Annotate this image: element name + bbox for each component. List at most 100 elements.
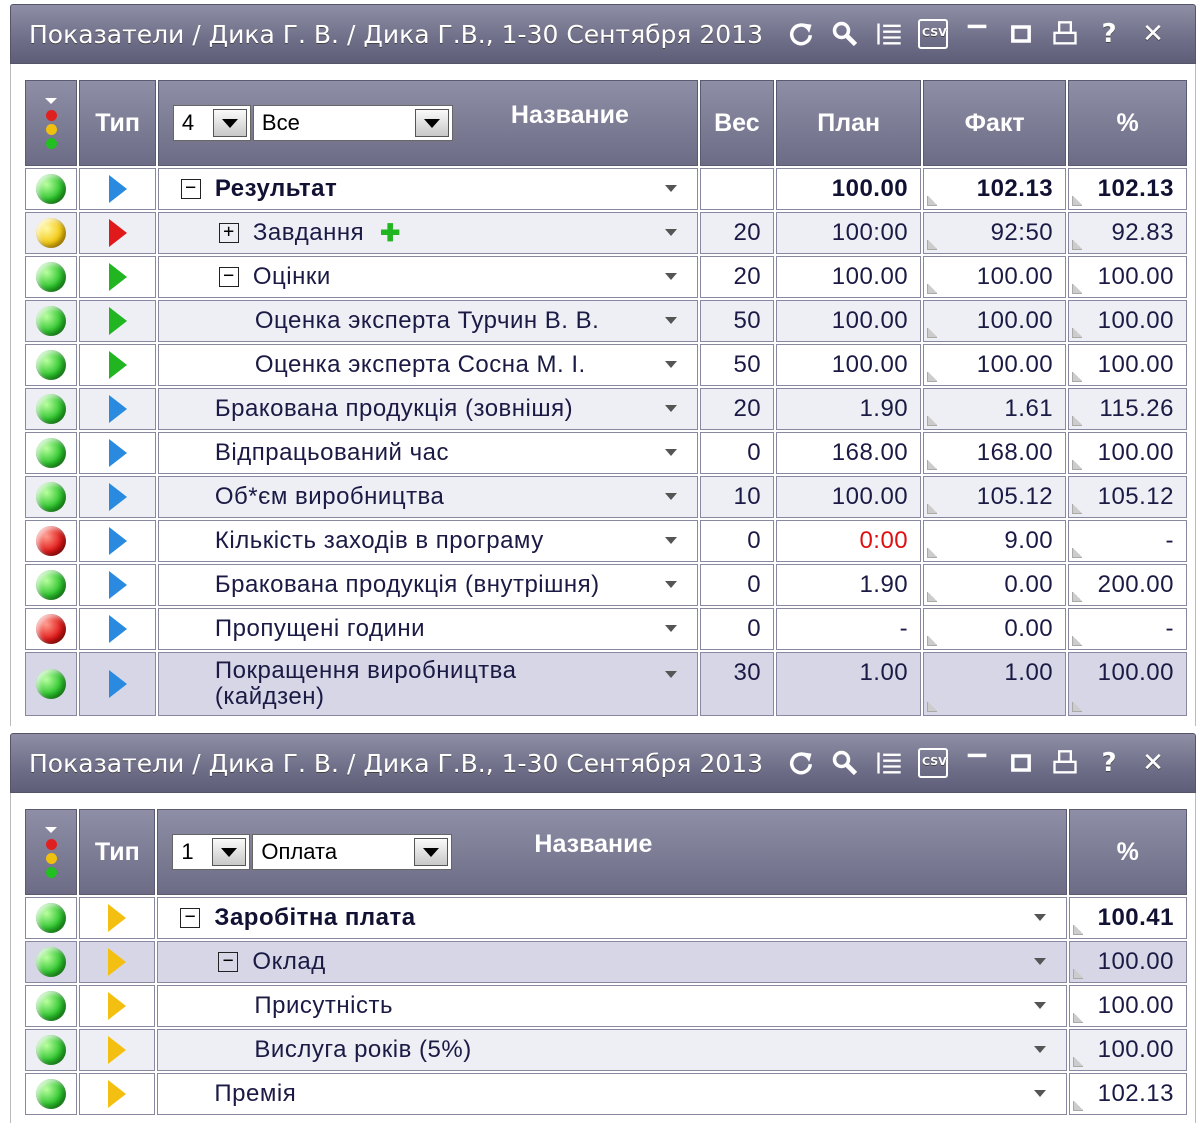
chevron-down-icon[interactable] [212, 838, 247, 866]
row-menu-chevron-icon[interactable] [664, 229, 677, 236]
help-icon[interactable]: ? [1087, 12, 1131, 56]
indicator-name-cell[interactable]: − Результат [157, 168, 698, 210]
list-icon[interactable] [867, 741, 911, 785]
status-cell [25, 897, 78, 939]
chevron-down-icon[interactable] [414, 109, 449, 137]
table-row[interactable]: Відпрацьований час 0 168.00 168.00 100.00 [25, 432, 1187, 474]
table-row[interactable]: Кількість заходів в програму 0 0:00 9.00- [25, 520, 1187, 562]
name-column-header[interactable]: 1 Оплата Название [157, 809, 1067, 895]
weight-cell: 50 [699, 300, 775, 342]
table-row[interactable]: Покращення виробництва (кайдзен) 30 1.00 1.… [25, 652, 1187, 716]
fact-column-header[interactable]: Факт [923, 80, 1067, 166]
window-titlebar[interactable]: Показатели / Дика Г. В. / Дика Г.В., 1-3… [10, 4, 1196, 64]
collapse-icon[interactable]: − [218, 952, 239, 972]
table-row[interactable]: Присутність 100.00 [25, 985, 1187, 1027]
list-icon[interactable] [867, 12, 911, 56]
row-menu-chevron-icon[interactable] [1033, 914, 1046, 921]
row-menu-chevron-icon[interactable] [664, 671, 677, 678]
indicator-name-cell[interactable]: Бракована продукція (зовнішя) [157, 388, 698, 430]
weight-column-header[interactable]: Вес [699, 80, 775, 166]
plan-column-header[interactable]: План [776, 80, 922, 166]
name-column-header[interactable]: 4 Все Название [157, 80, 698, 166]
minimize-icon[interactable] [955, 741, 999, 785]
indicator-name-cell[interactable]: Об*єм виробництва [157, 476, 698, 518]
filter-select[interactable]: Оплата [252, 834, 453, 870]
table-row[interactable]: − Заробітна плата 100.41 [25, 897, 1187, 939]
search-icon[interactable] [823, 12, 867, 56]
chevron-down-icon[interactable] [212, 109, 247, 137]
search-icon[interactable] [823, 741, 867, 785]
row-menu-chevron-icon[interactable] [1033, 958, 1046, 965]
indicator-name-cell[interactable]: Оценка эксперта Турчин В. В. [157, 300, 698, 342]
print-icon[interactable] [1043, 741, 1087, 785]
table-row[interactable]: Об*єм виробництва 10 100.00 105.12 105.12 [25, 476, 1187, 518]
print-icon[interactable] [1043, 12, 1087, 56]
filter-select[interactable]: Все [252, 105, 453, 141]
table-row[interactable]: Бракована продукція (зовнішя) 20 1.90 1.61 1… [25, 388, 1187, 430]
row-menu-chevron-icon[interactable] [664, 273, 677, 280]
table-row[interactable]: + Завдання ✚ 20 100:00 92:50 92.83 [25, 212, 1187, 254]
indicator-name-cell[interactable]: + Завдання ✚ [157, 212, 698, 254]
add-icon[interactable]: ✚ [380, 219, 401, 248]
row-menu-chevron-icon[interactable] [1033, 1046, 1046, 1053]
table-row[interactable]: Премія 102.13 [25, 1073, 1187, 1115]
row-menu-chevron-icon[interactable] [664, 537, 677, 544]
indicator-name-cell[interactable]: − Заробітна плата [157, 897, 1067, 939]
status-column-header[interactable] [25, 80, 78, 166]
indicator-name-cell[interactable]: Пропущені години [157, 608, 698, 650]
type-column-header[interactable]: Тип [79, 80, 156, 166]
table-row[interactable]: − Оклад 100.00 [25, 941, 1187, 983]
indicator-name-cell[interactable]: − Оклад [157, 941, 1067, 983]
table-row[interactable]: Вислуга років (5%) 100.00 [25, 1029, 1187, 1071]
table-row[interactable]: Пропущені години 0-0.00- [25, 608, 1187, 650]
indicator-name-cell[interactable]: Вислуга років (5%) [157, 1029, 1067, 1071]
row-menu-chevron-icon[interactable] [664, 581, 677, 588]
percent-column-header[interactable]: % [1068, 80, 1187, 166]
indicator-name-cell[interactable]: Присутність [157, 985, 1067, 1027]
row-menu-chevron-icon[interactable] [664, 185, 677, 192]
indicator-name-cell[interactable]: Покращення виробництва (кайдзен) [157, 652, 698, 716]
status-lamp-icon [36, 438, 67, 468]
row-menu-chevron-icon[interactable] [664, 625, 677, 632]
resize-corner-icon [927, 636, 938, 646]
maximize-icon[interactable] [999, 12, 1043, 56]
indicator-name-cell[interactable]: Премія [157, 1073, 1067, 1115]
table-row[interactable]: Оценка эксперта Турчин В. В. 50 100.00 100.… [25, 300, 1187, 342]
status-column-header[interactable] [25, 809, 78, 895]
table-row[interactable]: − Оцінки 20 100.00 100.00 100.00 [25, 256, 1187, 298]
percent-column-header[interactable]: % [1068, 809, 1187, 895]
minimize-icon[interactable] [955, 12, 999, 56]
indicator-name-cell[interactable]: Бракована продукція (внутрішня) [157, 564, 698, 606]
maximize-icon[interactable] [999, 741, 1043, 785]
close-icon[interactable]: ✕ [1131, 12, 1175, 56]
table-row[interactable]: − Результат 100.00 102.13 102.13 [25, 168, 1187, 210]
indicator-name-cell[interactable]: Оценка эксперта Сосна М. І. [157, 344, 698, 386]
level-select[interactable]: 4 [172, 105, 251, 141]
row-menu-chevron-icon[interactable] [664, 317, 677, 324]
row-menu-chevron-icon[interactable] [664, 405, 677, 412]
close-icon[interactable]: ✕ [1131, 741, 1175, 785]
table-row[interactable]: Бракована продукція (внутрішня) 0 1.90 0.00… [25, 564, 1187, 606]
level-select[interactable]: 1 [172, 834, 251, 870]
collapse-icon[interactable]: − [180, 908, 201, 928]
row-menu-chevron-icon[interactable] [664, 493, 677, 500]
help-icon[interactable]: ? [1087, 741, 1131, 785]
row-menu-chevron-icon[interactable] [1033, 1002, 1046, 1009]
window-titlebar[interactable]: Показатели / Дика Г. В. / Дика Г.В., 1-3… [10, 733, 1196, 793]
row-menu-chevron-icon[interactable] [664, 449, 677, 456]
csv-export-icon[interactable]: CSV [911, 741, 955, 785]
collapse-icon[interactable]: − [180, 179, 201, 199]
table-row[interactable]: Оценка эксперта Сосна М. І. 50 100.00 100.0… [25, 344, 1187, 386]
row-menu-chevron-icon[interactable] [664, 361, 677, 368]
indicator-name-cell[interactable]: Кількість заходів в програму [157, 520, 698, 562]
refresh-icon[interactable] [779, 741, 823, 785]
chevron-down-icon[interactable] [414, 838, 449, 866]
refresh-icon[interactable] [779, 12, 823, 56]
collapse-icon[interactable]: − [218, 267, 239, 287]
expand-icon[interactable]: + [218, 223, 239, 243]
indicator-name-cell[interactable]: − Оцінки [157, 256, 698, 298]
row-menu-chevron-icon[interactable] [1033, 1090, 1046, 1097]
type-column-header[interactable]: Тип [79, 809, 156, 895]
indicator-name-cell[interactable]: Відпрацьований час [157, 432, 698, 474]
csv-export-icon[interactable]: CSV [911, 12, 955, 56]
